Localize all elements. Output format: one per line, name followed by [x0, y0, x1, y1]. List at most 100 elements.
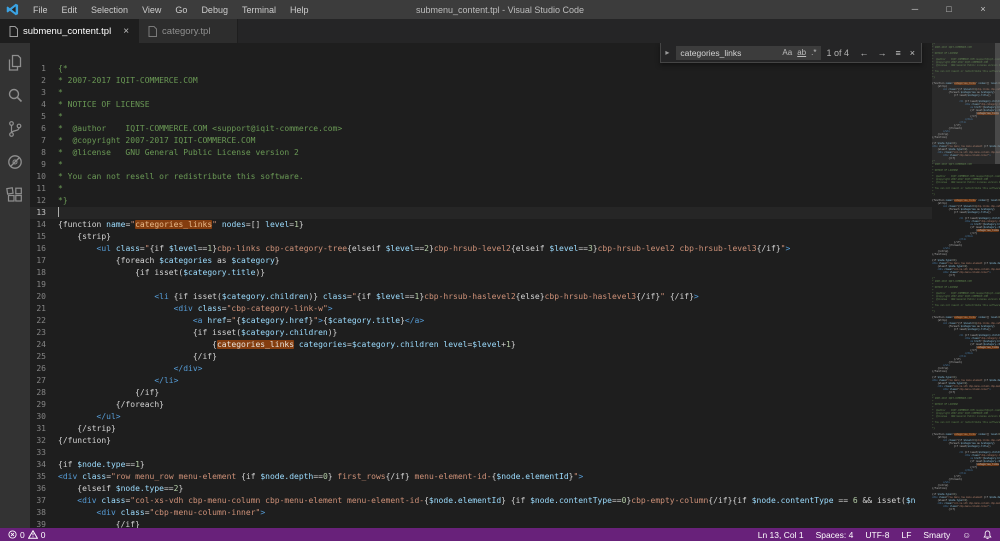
- line-number: 32: [30, 435, 58, 447]
- code-line[interactable]: 15 {strip}: [30, 231, 1000, 243]
- previous-match-button[interactable]: ←: [857, 48, 870, 58]
- code-line[interactable]: 22 <a href="{$category.href}">{$category…: [30, 315, 1000, 327]
- next-match-button[interactable]: →: [875, 48, 888, 58]
- minimize-button[interactable]: ─: [898, 0, 932, 19]
- code-line[interactable]: 9*: [30, 159, 1000, 171]
- menu-item-selection[interactable]: Selection: [84, 5, 135, 15]
- code-line[interactable]: 7* @copyright 2007-2017 IQIT-COMMERCE.CO…: [30, 135, 1000, 147]
- code-line[interactable]: 14{function name="categories_links" node…: [30, 219, 1000, 231]
- cursor-position-status[interactable]: Ln 13, Col 1: [758, 530, 804, 540]
- code-line[interactable]: 12*}: [30, 195, 1000, 207]
- find-in-selection-button[interactable]: ≡: [893, 48, 902, 58]
- close-window-button[interactable]: ×: [966, 0, 1000, 19]
- menu-item-terminal[interactable]: Terminal: [235, 5, 283, 15]
- code-line[interactable]: 33: [30, 447, 1000, 459]
- menu-item-file[interactable]: File: [26, 5, 55, 15]
- text-cursor: [58, 207, 59, 217]
- code-line[interactable]: 16 <ul class="{if $level==1}cbp-links cb…: [30, 243, 1000, 255]
- code-line[interactable]: 25 {/if}: [30, 351, 1000, 363]
- code-line[interactable]: 28 {/if}: [30, 387, 1000, 399]
- code-line[interactable]: 21 <div class="cbp-category-link-w">: [30, 303, 1000, 315]
- code-line[interactable]: 34{if $node.type==1}: [30, 459, 1000, 471]
- code-line[interactable]: 2* 2007-2017 IQIT-COMMERCE.COM: [30, 75, 1000, 87]
- menu-item-view[interactable]: View: [135, 5, 168, 15]
- code-line[interactable]: 37 <div class="col-xs-vdh cbp-menu-colum…: [30, 495, 1000, 507]
- code-line[interactable]: 36 {elseif $node.type==2}: [30, 483, 1000, 495]
- file-icon: [148, 26, 157, 37]
- eol-status[interactable]: LF: [901, 530, 911, 540]
- debug-icon[interactable]: [5, 152, 25, 172]
- code-line[interactable]: 39 {/if}: [30, 519, 1000, 528]
- line-number: 3: [30, 87, 58, 99]
- code-line[interactable]: 31 {/strip}: [30, 423, 1000, 435]
- line-number: 10: [30, 171, 58, 183]
- encoding-status[interactable]: UTF-8: [865, 530, 889, 540]
- maximize-button[interactable]: □: [932, 0, 966, 19]
- language-mode-status[interactable]: Smarty: [923, 530, 950, 540]
- code-line[interactable]: 5*: [30, 111, 1000, 123]
- menu-item-debug[interactable]: Debug: [194, 5, 235, 15]
- close-find-button[interactable]: ×: [908, 48, 917, 58]
- extensions-icon[interactable]: [5, 185, 25, 205]
- toggle-replace-icon[interactable]: ▸: [663, 48, 671, 57]
- code-line[interactable]: 20 <li {if isset($category.children)} cl…: [30, 291, 1000, 303]
- minimap-slider[interactable]: [932, 43, 1000, 164]
- code-lines: 1{*2* 2007-2017 IQIT-COMMERCE.COM3*4* NO…: [30, 43, 1000, 528]
- code-line[interactable]: 38 <div class="cbp-menu-column-inner">: [30, 507, 1000, 519]
- code-line[interactable]: 23 {if isset($category.children)}: [30, 327, 1000, 339]
- feedback-smiley-icon[interactable]: ☺: [962, 530, 971, 540]
- minimap[interactable]: {** 2007-2017 IQIT-COMMERCE.COM** NOTICE…: [932, 43, 1000, 528]
- status-bar: 0 0 Ln 13, Col 1 Spaces: 4 UTF-8 LF Smar…: [0, 528, 1000, 541]
- code-line[interactable]: 32{/function}: [30, 435, 1000, 447]
- line-number: 1: [30, 63, 58, 75]
- editor[interactable]: 1{*2* 2007-2017 IQIT-COMMERCE.COM3*4* NO…: [30, 43, 1000, 528]
- line-number: 15: [30, 231, 58, 243]
- code-line[interactable]: 30 </ul>: [30, 411, 1000, 423]
- close-tab-icon[interactable]: ×: [123, 26, 129, 37]
- search-icon[interactable]: [5, 86, 25, 106]
- code-line[interactable]: 18 {if isset($category.title)}: [30, 267, 1000, 279]
- code-line[interactable]: 24 {categories_links categories=$categor…: [30, 339, 1000, 351]
- code-line[interactable]: 6* @author IQIT-COMMERCE.COM <support@iq…: [30, 123, 1000, 135]
- indentation-status[interactable]: Spaces: 4: [816, 530, 854, 540]
- code-line[interactable]: 11*: [30, 183, 1000, 195]
- line-number: 24: [30, 339, 58, 351]
- line-number: 39: [30, 519, 58, 528]
- code-line[interactable]: 8* @license GNU General Public License v…: [30, 147, 1000, 159]
- notifications-bell-icon[interactable]: [983, 530, 992, 540]
- line-number: 19: [30, 279, 58, 291]
- whole-word-button[interactable]: ab: [796, 48, 807, 57]
- code-line[interactable]: 26 </div>: [30, 363, 1000, 375]
- line-number: 8: [30, 147, 58, 159]
- code-line[interactable]: 10* You can not resell or redistribute t…: [30, 171, 1000, 183]
- code-line[interactable]: 13: [30, 207, 1000, 219]
- tab-submenu-content[interactable]: submenu_content.tpl ×: [0, 19, 139, 43]
- scrollbar-thumb[interactable]: [995, 43, 1000, 164]
- vertical-scrollbar[interactable]: [995, 43, 1000, 528]
- line-number: 30: [30, 411, 58, 423]
- menu-item-go[interactable]: Go: [168, 5, 194, 15]
- find-input[interactable]: [680, 48, 778, 58]
- code-line[interactable]: 3*: [30, 87, 1000, 99]
- line-number: 38: [30, 507, 58, 519]
- code-line[interactable]: 35<div class="row menu_row menu-element …: [30, 471, 1000, 483]
- match-case-button[interactable]: Aa: [781, 48, 793, 57]
- line-number: 27: [30, 375, 58, 387]
- code-line[interactable]: 29 {/foreach}: [30, 399, 1000, 411]
- line-number: 22: [30, 315, 58, 327]
- tab-category[interactable]: category.tpl ×: [139, 19, 238, 43]
- code-line[interactable]: 4* NOTICE OF LICENSE: [30, 99, 1000, 111]
- find-widget: ▸ Aa ab .* 1 of 4 ← → ≡ ×: [660, 43, 922, 63]
- code-line[interactable]: 1{*: [30, 63, 1000, 75]
- code-line[interactable]: 19: [30, 279, 1000, 291]
- line-number: 34: [30, 459, 58, 471]
- menu-item-help[interactable]: Help: [283, 5, 316, 15]
- line-number: 17: [30, 255, 58, 267]
- regex-button[interactable]: .*: [810, 48, 817, 57]
- code-line[interactable]: 27 </li>: [30, 375, 1000, 387]
- code-line[interactable]: 17 {foreach $categories as $category}: [30, 255, 1000, 267]
- menu-item-edit[interactable]: Edit: [55, 5, 85, 15]
- error-warning-status[interactable]: 0 0: [8, 530, 45, 540]
- explorer-icon[interactable]: [5, 53, 25, 73]
- source-control-icon[interactable]: [5, 119, 25, 139]
